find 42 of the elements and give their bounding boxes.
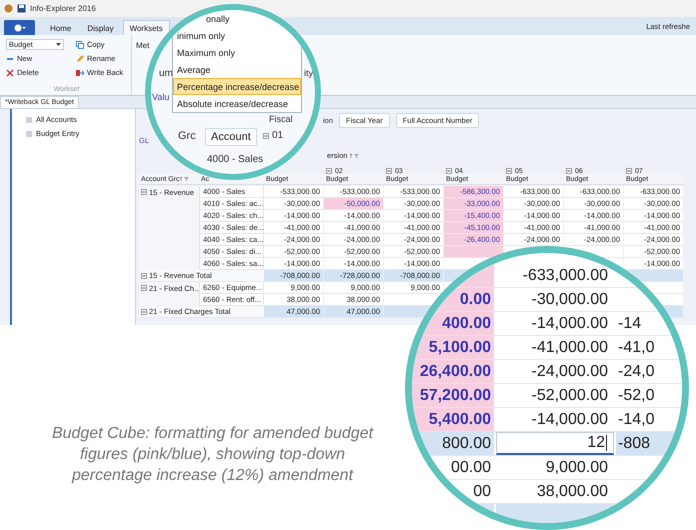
period-header: 01 <box>272 130 284 141</box>
text-cursor <box>606 435 607 451</box>
app-icon <box>4 4 13 13</box>
ribbon-label-fragment: Valu <box>152 92 170 102</box>
sort-filter-icon <box>350 152 360 158</box>
menu-item[interactable]: Percentage increase/decrease <box>173 78 301 95</box>
ribbon-tab[interactable]: Display <box>80 20 121 35</box>
tree-node-icon <box>26 130 32 136</box>
app-menu-icon <box>14 24 26 32</box>
ribbon-tab[interactable]: Home <box>43 20 78 35</box>
ribbon-label-fragment: ity <box>304 68 313 78</box>
menu-item[interactable]: Average <box>173 61 301 78</box>
caption: Budget Cube: formatting for amended budget figures (pink/blue), showing top-down percentage increase (12%) amendment <box>50 424 375 486</box>
pencil-icon <box>76 54 84 62</box>
ribbon-tab[interactable]: Worksets <box>122 20 170 35</box>
dropdown-caret-icon <box>56 42 61 46</box>
write-back-icon <box>76 68 84 76</box>
input-field[interactable]: 12 <box>496 432 614 455</box>
ribbon-label-fragment: um <box>159 68 173 79</box>
menu-item[interactable]: Absolute increase/decrease <box>173 95 301 112</box>
field-chip[interactable]: Account <box>205 128 257 146</box>
sort-filter-icon <box>180 176 189 182</box>
table-cell: 5,400.00 <box>412 408 494 431</box>
tree-node-icon <box>26 116 32 122</box>
table-cell: -14,0 <box>616 408 682 431</box>
copy-icon <box>76 40 84 48</box>
app-menu-button[interactable] <box>4 20 35 35</box>
save-icon <box>17 4 26 13</box>
field-chip-fragment: Fiscal <box>269 114 293 124</box>
account-filter-value: 4000 - Sales <box>207 154 264 165</box>
ribbon-label: Met <box>136 41 150 52</box>
field-chip-fragment: Grc <box>178 130 196 142</box>
collapse-icon <box>263 132 269 138</box>
table-cell: -24,0 <box>616 360 682 383</box>
menu-item[interactable]: inimum only <box>173 27 301 44</box>
menu-item[interactable]: Maximum only <box>173 44 301 61</box>
table-cell: 26,400.00 <box>412 360 494 383</box>
window-title: Info-Explorer 2016 <box>30 4 96 13</box>
delete-icon <box>6 68 14 76</box>
table-cell: 57,200.00 <box>412 384 494 407</box>
table-cell: -52,0 <box>616 384 682 407</box>
menu-item[interactable]: onally <box>173 10 301 27</box>
